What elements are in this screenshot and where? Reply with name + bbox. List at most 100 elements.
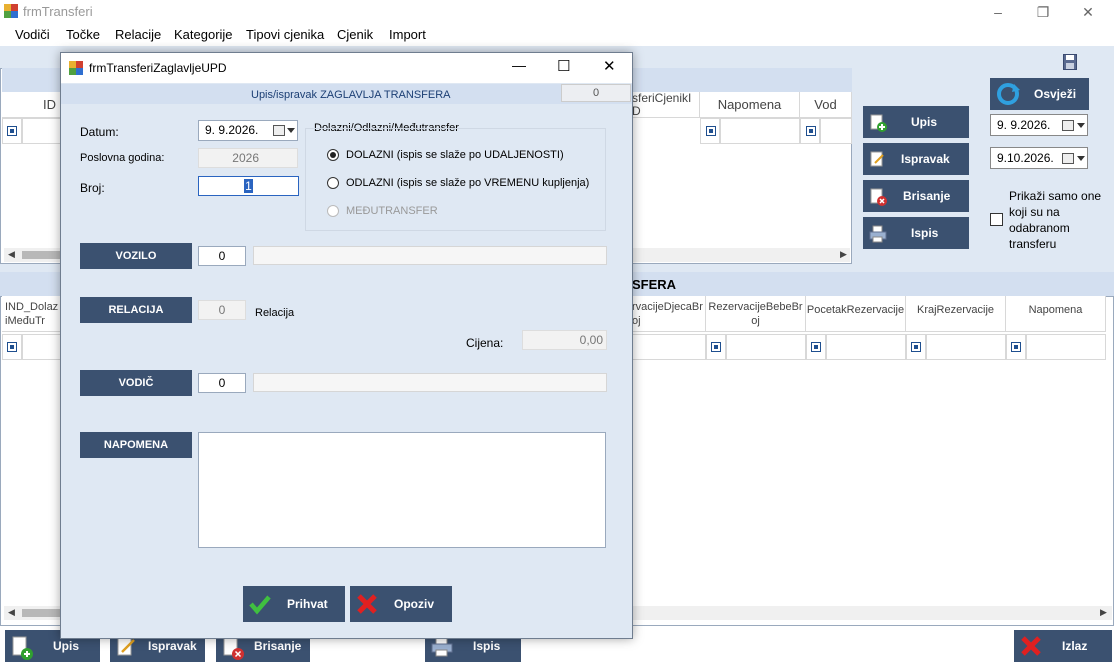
grid2-header-ind-dolazni[interactable]: IND_Dolaz iMeđuTr — [2, 296, 62, 332]
vozilo-name-field — [253, 246, 607, 265]
printer-icon — [869, 225, 887, 246]
grid1-cell[interactable] — [820, 118, 852, 144]
broj-label: Broj: — [80, 181, 105, 195]
grid1-row-checkbox[interactable] — [806, 126, 816, 136]
dolazni-radio[interactable] — [327, 149, 339, 161]
save-icon[interactable] — [1063, 54, 1077, 70]
delete-document-icon — [222, 636, 244, 663]
main-window-title: frmTransferi — [23, 4, 93, 19]
menu-tipovi-cjenika[interactable]: Tipovi cjenika — [246, 27, 324, 42]
vodic-name-field — [253, 373, 607, 392]
calendar-icon — [1062, 153, 1074, 164]
grid2-cell[interactable] — [826, 334, 906, 360]
relacija-button[interactable]: RELACIJA — [80, 297, 192, 323]
dialog-close-button[interactable]: ✕ — [603, 57, 616, 75]
scroll-right-arrow-icon[interactable]: ▶ — [840, 249, 847, 260]
filter-checkbox[interactable] — [990, 213, 1003, 226]
grid1-header-napomena[interactable]: Napomena — [700, 92, 800, 118]
grid2-header-napomena[interactable]: Napomena — [1006, 296, 1106, 332]
odlazni-radio[interactable] — [327, 177, 339, 189]
grid2-row-checkbox[interactable] — [811, 342, 821, 352]
grid2-cell[interactable] — [22, 334, 62, 360]
dropdown-arrow-icon — [1077, 123, 1085, 128]
grid1-header-cjenik-id[interactable]: sferiCjenikI D — [630, 92, 700, 118]
napomena-label-button[interactable]: NAPOMENA — [80, 432, 192, 458]
grid1-row-checkbox[interactable] — [7, 126, 17, 136]
grid2-header-djeca-broj[interactable]: rvacijeDjecaBr oj — [632, 296, 706, 332]
scroll-right-arrow-icon[interactable]: ▶ — [1100, 607, 1107, 618]
grid2-cell[interactable] — [926, 334, 1006, 360]
minimize-button[interactable]: – — [978, 2, 1018, 22]
exit-x-icon — [1020, 635, 1042, 660]
date-to-picker[interactable]: 9.10.2026. — [990, 147, 1088, 169]
napomena-textarea[interactable] — [198, 432, 606, 548]
grid2-row-checkbox[interactable] — [911, 342, 921, 352]
record-id-field: 0 — [561, 84, 631, 102]
datum-date-picker[interactable]: 9. 9.2026. — [198, 120, 298, 141]
cijena-label: Cijena: — [466, 336, 504, 350]
date-from-value: 9. 9.2026. — [997, 118, 1051, 132]
grid2-header-bebe-broj[interactable]: RezervacijeBebeBr oj — [706, 296, 806, 332]
vodic-id-input[interactable]: 0 — [198, 373, 246, 393]
bottom-upis-label: Upis — [53, 639, 80, 653]
grid2-header-kraj[interactable]: KrajRezervacije — [906, 296, 1006, 332]
cancel-x-icon — [356, 593, 378, 618]
bottom-ispis-label: Ispis — [473, 639, 501, 653]
broj-input[interactable]: 1 — [198, 176, 299, 196]
menu-bar — [0, 24, 670, 46]
exit-button[interactable]: Izlaz — [1014, 630, 1112, 662]
dropdown-arrow-icon — [1077, 156, 1085, 161]
menu-import[interactable]: Import — [389, 27, 426, 42]
refresh-button[interactable]: Osvježi — [990, 78, 1089, 110]
grid1-scroll-thumb[interactable] — [22, 251, 62, 259]
grid1-cell[interactable] — [22, 118, 62, 144]
opoziv-button[interactable]: Opoziv — [350, 586, 452, 622]
dialog-maximize-button[interactable]: ☐ — [557, 57, 570, 75]
grid2-cell[interactable] — [726, 334, 806, 360]
vozilo-button[interactable]: VOZILO — [80, 243, 192, 269]
odlazni-radio-label[interactable]: ODLAZNI (ispis se slaže po VREMENU kuplj… — [346, 177, 589, 189]
menu-kategorije[interactable]: Kategorije — [174, 27, 233, 42]
broj-value: 1 — [244, 179, 253, 193]
scroll-left-arrow-icon[interactable]: ◀ — [8, 249, 15, 260]
menu-tocke[interactable]: Točke — [66, 27, 100, 42]
grid2-header-pocetak[interactable]: PocetakRezervacije — [806, 296, 906, 332]
ispis-button[interactable]: Ispis — [863, 217, 969, 249]
dialog-minimize-button[interactable]: — — [512, 57, 526, 73]
grid2-cell[interactable] — [1026, 334, 1106, 360]
vozilo-id-input[interactable]: 0 — [198, 246, 246, 266]
relacija-text: Relacija — [255, 307, 295, 319]
calendar-icon — [273, 125, 285, 136]
grid1-header-vodic[interactable]: Vod — [800, 92, 852, 118]
delete-document-icon — [869, 188, 887, 209]
datum-value: 9. 9.2026. — [205, 123, 259, 137]
brisanje-button[interactable]: Brisanje — [863, 180, 969, 212]
upis-button[interactable]: Upis — [863, 106, 969, 138]
printer-icon — [431, 636, 453, 661]
dolazni-radio-label[interactable]: DOLAZNI (ispis se slaže po UDALJENOSTI) — [346, 149, 564, 161]
grid2-row-checkbox[interactable] — [711, 342, 721, 352]
dialog-header-text: Upis/ispravak ZAGLAVLJA TRANSFERA — [251, 89, 451, 101]
prihvat-label: Prihvat — [287, 597, 328, 611]
main-titlebar — [0, 0, 1114, 24]
edit-document-icon — [869, 151, 887, 172]
refresh-icon — [996, 82, 1020, 109]
grid2-row-checkbox[interactable] — [1011, 342, 1021, 352]
grid1-cell[interactable] — [720, 118, 800, 144]
menu-vodici[interactable]: Vodiči — [15, 27, 50, 42]
grid2-scroll-thumb[interactable] — [22, 609, 62, 617]
grid2-row-checkbox[interactable] — [7, 342, 17, 352]
menu-relacije[interactable]: Relacije — [115, 27, 161, 42]
vodic-button[interactable]: VODIČ — [80, 370, 192, 396]
date-from-picker[interactable]: 9. 9.2026. — [990, 114, 1088, 136]
menu-cjenik[interactable]: Cjenik — [337, 27, 373, 42]
restore-button[interactable]: ❐ — [1023, 2, 1063, 22]
grid1-row-checkbox[interactable] — [706, 126, 716, 136]
ispravak-button[interactable]: Ispravak — [863, 143, 969, 175]
prihvat-button[interactable]: Prihvat — [243, 586, 345, 622]
close-button[interactable]: ✕ — [1068, 2, 1108, 22]
app-window-icon — [4, 4, 18, 18]
grid2-cell[interactable] — [632, 334, 706, 360]
scroll-left-arrow-icon[interactable]: ◀ — [8, 607, 15, 618]
refresh-label: Osvježi — [1034, 87, 1077, 101]
